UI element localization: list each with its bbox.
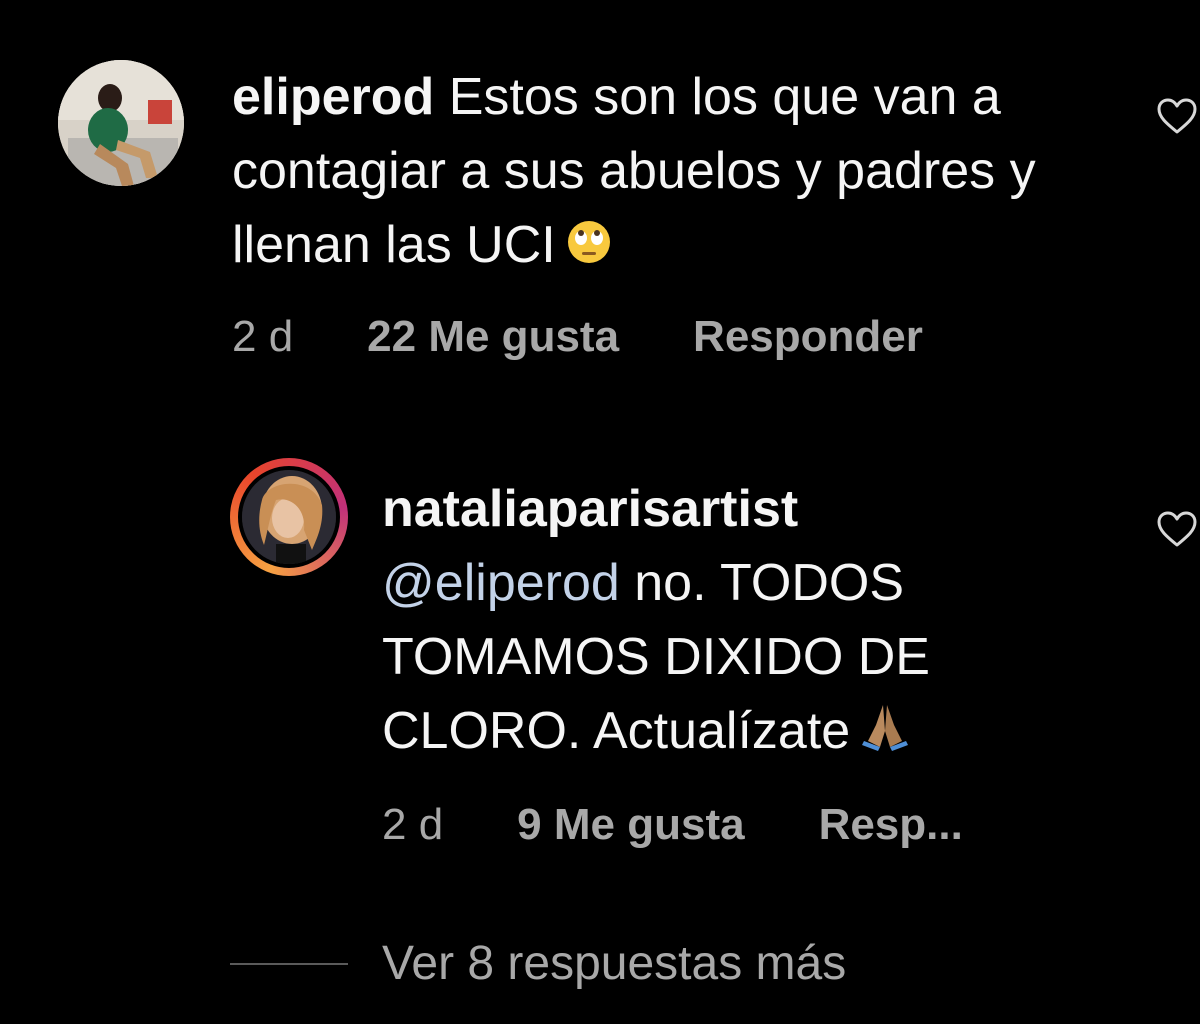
comment-2-likes[interactable]: 9 Me gusta [517, 800, 744, 850]
heart-outline-icon[interactable] [1156, 97, 1198, 135]
avatar-image [58, 60, 184, 186]
comment-1-reply-button[interactable]: Responder [693, 312, 923, 362]
avatar-nataliaparisartist [238, 466, 340, 568]
comment-1-username[interactable]: eliperod [232, 68, 434, 126]
comment-1-meta: 2 d 22 Me gusta Responder [232, 312, 923, 362]
avatar-eliperod[interactable] [58, 60, 184, 186]
view-more-replies-button[interactable]: Ver 8 respuestas más [230, 936, 846, 991]
comment-1-likes[interactable]: 22 Me gusta [367, 312, 619, 362]
comment-1-time: 2 d [232, 312, 294, 361]
comment-2-body: nataliaparisartist @eliperod no. TODOS T… [382, 472, 1102, 771]
comment-1-body: eliperod Estos son los que van a contagi… [232, 60, 1142, 285]
view-more-divider [230, 962, 348, 965]
rolling-eyes-emoji-icon [566, 211, 612, 285]
comment-2-mention[interactable]: @eliperod [382, 554, 620, 612]
folded-hands-emoji-icon [860, 697, 910, 771]
heart-outline-icon[interactable] [1156, 510, 1198, 548]
comment-2-time: 2 d [382, 800, 444, 849]
comment-2-username[interactable]: nataliaparisartist [382, 480, 798, 538]
comment-2-meta: 2 d 9 Me gusta Resp... [382, 800, 963, 850]
avatar-image [242, 470, 336, 564]
view-more-replies-label: Ver 8 respuestas más [382, 937, 847, 990]
avatar-ring-nataliaparisartist[interactable] [230, 458, 348, 576]
comment-2-reply-button[interactable]: Resp... [819, 800, 963, 850]
